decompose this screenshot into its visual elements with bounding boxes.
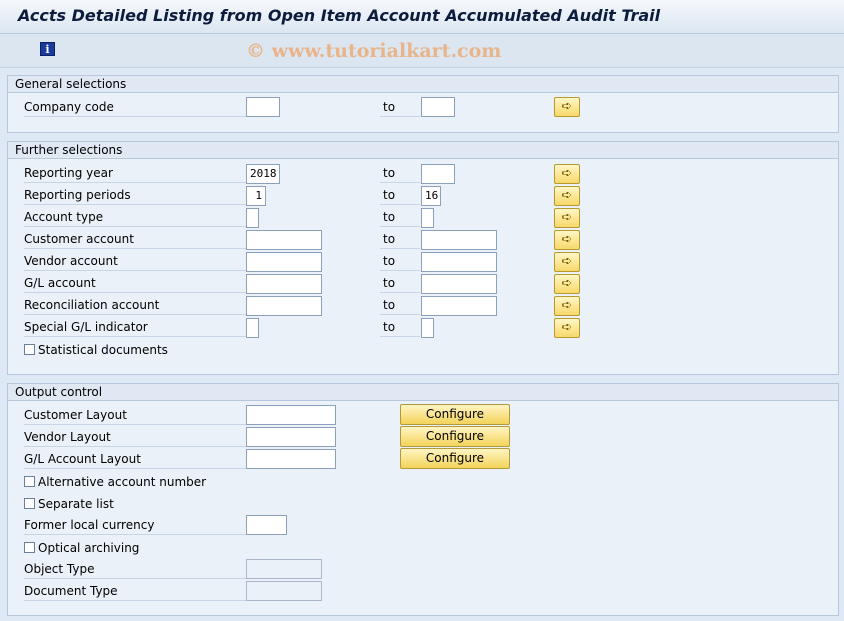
account-type-low-input[interactable] bbox=[246, 208, 259, 228]
info-icon[interactable]: i bbox=[40, 42, 55, 56]
arrow-right-icon: ➪ bbox=[561, 276, 573, 291]
reporting-periods-high-input[interactable]: 16 bbox=[421, 186, 441, 206]
account-type-high-input[interactable] bbox=[421, 208, 434, 228]
checkbox-label: Statistical documents bbox=[38, 343, 168, 357]
vendor-account-label: Vendor account bbox=[24, 252, 246, 271]
multiple-selection-button[interactable]: ➪ bbox=[554, 186, 580, 206]
to-label: to bbox=[380, 296, 420, 315]
customer-account-label: Customer account bbox=[24, 230, 246, 249]
multiple-selection-button[interactable]: ➪ bbox=[554, 296, 580, 316]
vendor-layout-configure-button[interactable]: Configure bbox=[400, 426, 510, 447]
reconciliation-account-high-input[interactable] bbox=[421, 296, 497, 316]
multiple-selection-button[interactable]: ➪ bbox=[554, 318, 580, 338]
vendor-account-high-input[interactable] bbox=[421, 252, 497, 272]
to-label: to bbox=[380, 208, 420, 227]
arrow-right-icon: ➪ bbox=[561, 254, 573, 269]
multiple-selection-button[interactable]: ➪ bbox=[554, 252, 580, 272]
arrow-right-icon: ➪ bbox=[561, 188, 573, 203]
special-gl-indicator-label: Special G/L indicator bbox=[24, 318, 246, 337]
multiple-selection-button[interactable]: ➪ bbox=[554, 164, 580, 184]
gl-account-high-input[interactable] bbox=[421, 274, 497, 294]
vendor-account-low-input[interactable] bbox=[246, 252, 322, 272]
statistical-documents-checkbox[interactable]: Statistical documents bbox=[24, 342, 168, 359]
arrow-right-icon: ➪ bbox=[561, 320, 573, 335]
checkbox-label: Optical archiving bbox=[38, 541, 140, 555]
multiple-selection-button[interactable]: ➪ bbox=[554, 208, 580, 228]
title-bar: Accts Detailed Listing from Open Item Ac… bbox=[0, 0, 844, 34]
former-local-currency-input[interactable] bbox=[246, 515, 287, 535]
arrow-right-icon: ➪ bbox=[561, 210, 573, 225]
reporting-periods-label: Reporting periods bbox=[24, 186, 246, 205]
object-type-input bbox=[246, 559, 322, 579]
arrow-right-icon: ➪ bbox=[561, 298, 573, 313]
further-selections-group: Further selections Reporting year 2018 t… bbox=[7, 141, 839, 375]
multiple-selection-button[interactable]: ➪ bbox=[554, 97, 580, 117]
general-selections-group: General selections Company code to ➪ bbox=[7, 75, 839, 133]
reconciliation-account-low-input[interactable] bbox=[246, 296, 322, 316]
to-label: to bbox=[380, 164, 420, 183]
gl-account-label: G/L account bbox=[24, 274, 246, 293]
document-type-input bbox=[246, 581, 322, 601]
output-control-group: Output control Customer Layout Configure… bbox=[7, 383, 839, 616]
vendor-layout-input[interactable] bbox=[246, 427, 336, 447]
group-header: General selections bbox=[8, 76, 838, 93]
reporting-periods-low-input[interactable]: 1 bbox=[246, 186, 266, 206]
gl-account-layout-input[interactable] bbox=[246, 449, 336, 469]
customer-layout-configure-button[interactable]: Configure bbox=[400, 404, 510, 425]
group-header: Further selections bbox=[8, 142, 838, 159]
vendor-layout-label: Vendor Layout bbox=[24, 428, 246, 447]
checkbox-icon bbox=[24, 542, 35, 553]
company-code-label: Company code bbox=[24, 98, 246, 117]
multiple-selection-button[interactable]: ➪ bbox=[554, 274, 580, 294]
customer-layout-input[interactable] bbox=[246, 405, 336, 425]
page-title: Accts Detailed Listing from Open Item Ac… bbox=[18, 6, 661, 25]
arrow-right-icon: ➪ bbox=[561, 99, 573, 114]
customer-account-high-input[interactable] bbox=[421, 230, 497, 250]
optical-archiving-checkbox[interactable]: Optical archiving bbox=[24, 540, 139, 557]
company-code-high-input[interactable] bbox=[421, 97, 455, 117]
reporting-year-label: Reporting year bbox=[24, 164, 246, 183]
customer-account-low-input[interactable] bbox=[246, 230, 322, 250]
application-toolbar: i © www.tutorialkart.com bbox=[0, 34, 844, 68]
customer-layout-label: Customer Layout bbox=[24, 406, 246, 425]
reporting-year-low-input[interactable]: 2018 bbox=[246, 164, 280, 184]
reconciliation-account-label: Reconciliation account bbox=[24, 296, 246, 315]
gl-account-layout-label: G/L Account Layout bbox=[24, 450, 246, 469]
checkbox-icon bbox=[24, 344, 35, 355]
former-local-currency-label: Former local currency bbox=[24, 516, 246, 535]
multiple-selection-button[interactable]: ➪ bbox=[554, 230, 580, 250]
company-code-low-input[interactable] bbox=[246, 97, 280, 117]
separate-list-checkbox[interactable]: Separate list bbox=[24, 496, 114, 513]
arrow-right-icon: ➪ bbox=[561, 166, 573, 181]
checkbox-icon bbox=[24, 476, 35, 487]
special-gl-high-input[interactable] bbox=[421, 318, 434, 338]
special-gl-low-input[interactable] bbox=[246, 318, 259, 338]
arrow-right-icon: ➪ bbox=[561, 232, 573, 247]
group-header: Output control bbox=[8, 384, 838, 401]
gl-account-low-input[interactable] bbox=[246, 274, 322, 294]
object-type-label: Object Type bbox=[24, 560, 246, 579]
to-label: to bbox=[380, 186, 420, 205]
account-type-label: Account type bbox=[24, 208, 246, 227]
to-label: to bbox=[380, 318, 420, 337]
checkbox-icon bbox=[24, 498, 35, 509]
to-label: to bbox=[380, 230, 420, 249]
document-type-label: Document Type bbox=[24, 582, 246, 601]
gl-account-layout-configure-button[interactable]: Configure bbox=[400, 448, 510, 469]
alternative-account-number-checkbox[interactable]: Alternative account number bbox=[24, 474, 206, 491]
checkbox-label: Separate list bbox=[38, 497, 114, 511]
watermark: © www.tutorialkart.com bbox=[246, 40, 502, 62]
checkbox-label: Alternative account number bbox=[38, 475, 207, 489]
reporting-year-high-input[interactable] bbox=[421, 164, 455, 184]
to-label: to bbox=[380, 274, 420, 293]
to-label: to bbox=[380, 252, 420, 271]
to-label: to bbox=[380, 98, 420, 117]
